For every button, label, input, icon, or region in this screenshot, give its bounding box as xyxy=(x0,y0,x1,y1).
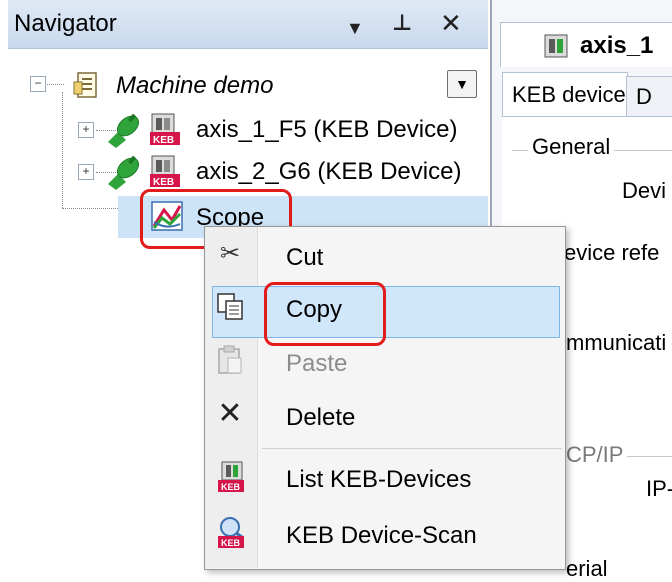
menu-item-delete-label: Delete xyxy=(286,404,356,431)
keb-device-icon: KEB xyxy=(150,113,180,146)
document-tab-label: axis_1 xyxy=(580,32,654,59)
delete-icon: ✕ xyxy=(217,397,243,430)
keb-scan-icon: KEB xyxy=(218,517,244,548)
device-field-label: Devi xyxy=(622,178,667,203)
device-reference-label: evice refe xyxy=(564,240,660,265)
tab-d-label: D xyxy=(636,84,652,109)
project-icon xyxy=(73,72,97,98)
scissors-icon: ✂ xyxy=(219,240,241,267)
plug-icon xyxy=(108,113,140,148)
pin-icon[interactable]: ⊥ xyxy=(392,10,412,36)
tree-connector xyxy=(44,84,64,85)
tree-item-machine-demo[interactable]: Machine demo xyxy=(116,72,273,100)
group-general-label: General xyxy=(528,134,615,160)
menu-item-paste[interactable] xyxy=(205,338,563,390)
svg-text:KEB: KEB xyxy=(221,538,241,548)
communication-label: mmunicati xyxy=(566,330,667,355)
menu-item-list-keb-devices-label: List KEB-Devices xyxy=(286,466,472,493)
ip-field-label: IP- xyxy=(646,476,672,501)
paste-icon xyxy=(218,345,242,374)
svg-text:KEB: KEB xyxy=(221,482,241,492)
navigator-title: Navigator xyxy=(14,10,117,37)
copy-icon xyxy=(217,293,243,320)
dropdown-arrow-icon[interactable]: ▼ xyxy=(346,18,364,39)
tree-item-axis-1[interactable]: axis_1_F5 (KEB Device) xyxy=(196,116,457,144)
plug-icon xyxy=(108,155,140,190)
tree-connector xyxy=(62,92,63,208)
tree-dropdown-button[interactable]: ▼ xyxy=(447,70,477,98)
menu-item-cut[interactable] xyxy=(205,232,563,284)
keb-device-icon xyxy=(544,34,568,58)
serial-group-label: erial xyxy=(566,556,608,581)
tree-item-axis-2[interactable]: axis_2_G6 (KEB Device) xyxy=(196,158,461,186)
menu-item-paste-label: Paste xyxy=(286,350,348,377)
expand-toggle[interactable]: + xyxy=(78,122,94,138)
keb-list-icon: KEB xyxy=(218,461,244,492)
collapse-toggle[interactable]: − xyxy=(30,76,46,92)
svg-text:KEB: KEB xyxy=(153,177,174,188)
tab-keb-device-label: KEB device xyxy=(512,82,626,107)
menu-item-delete[interactable] xyxy=(205,390,563,442)
menu-separator xyxy=(262,448,562,449)
tree-connector xyxy=(62,208,120,209)
expand-toggle[interactable]: + xyxy=(78,164,94,180)
menu-item-cut-label: Cut xyxy=(286,244,324,271)
menu-item-keb-device-scan-label: KEB Device-Scan xyxy=(286,522,477,549)
svg-text:KEB: KEB xyxy=(153,135,174,146)
tcpip-group-label: CP/IP xyxy=(566,442,628,468)
annotation-highlight-box xyxy=(264,282,386,346)
close-icon[interactable]: ✕ xyxy=(440,8,462,39)
keb-device-icon: KEB xyxy=(150,155,180,188)
